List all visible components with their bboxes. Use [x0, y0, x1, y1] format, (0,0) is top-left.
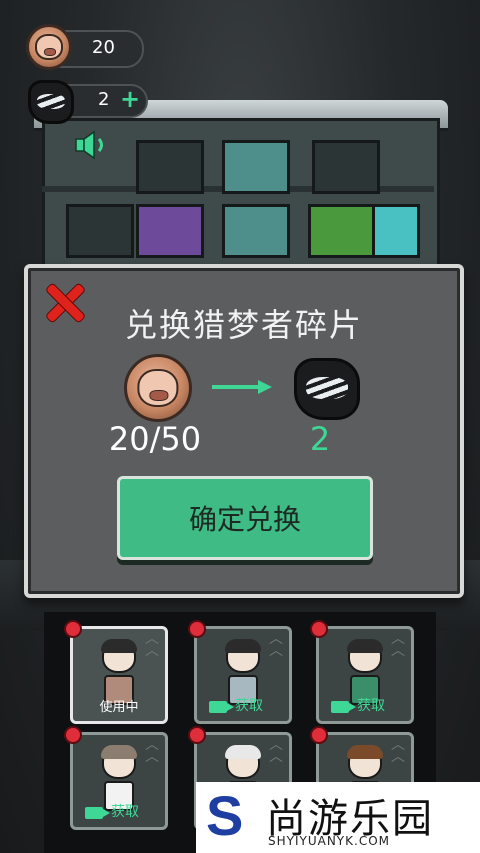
- building-window-character: [136, 204, 204, 258]
- fragment-count: 2: [98, 89, 110, 110]
- get-label[interactable]: 获取: [235, 695, 263, 715]
- confirm-exchange-label: 确定兑换: [188, 503, 301, 536]
- chevron-up-icon: ︿ ︿: [269, 737, 283, 765]
- character-card[interactable]: ︿ ︿ 获取: [194, 626, 292, 724]
- coin-icon: [124, 354, 192, 422]
- character-avatar: [101, 639, 137, 705]
- character-avatar: [347, 639, 383, 705]
- notification-badge: [64, 726, 82, 744]
- video-icon: [331, 701, 356, 713]
- chevron-up-icon: ︿ ︿: [391, 737, 405, 765]
- chevron-up-icon: ︿ ︿: [391, 631, 405, 659]
- watermark: S 尚游乐园 SHYIYUANYK.COM: [196, 782, 480, 853]
- building-window: [222, 140, 290, 194]
- chevron-up-icon: ︿ ︿: [269, 631, 283, 659]
- watermark-logo: S: [206, 784, 244, 847]
- status-label: 使用中: [99, 700, 139, 715]
- character-card[interactable]: ︿ ︿ 获取: [70, 732, 168, 830]
- building-window: [222, 204, 290, 258]
- dialog-title: 兑换猎梦者碎片: [124, 306, 363, 344]
- puzzle-fragment-icon: [294, 358, 360, 420]
- character-avatar: [101, 745, 137, 811]
- building-window: [136, 140, 204, 194]
- character-card[interactable]: ︿ ︿ 获取: [316, 626, 414, 724]
- chevron-up-icon: ︿ ︿: [145, 631, 159, 659]
- notification-badge: [310, 726, 328, 744]
- coin-count: 20: [92, 37, 115, 58]
- confirm-exchange-button[interactable]: 确定兑换: [117, 476, 373, 560]
- video-icon: [85, 807, 110, 819]
- watermark-url: SHYIYUANYK.COM: [268, 834, 390, 848]
- notification-badge: [188, 726, 206, 744]
- add-fragment-button[interactable]: +: [120, 85, 140, 113]
- character-avatar: [225, 639, 261, 705]
- building-window: [312, 140, 380, 194]
- fragment-amount: 2: [309, 420, 331, 458]
- character-card[interactable]: ︿ ︿ 使用中: [70, 626, 168, 724]
- building-window: [66, 204, 134, 258]
- arrow-right-icon: [212, 380, 272, 394]
- building-window-ghost: [308, 204, 376, 258]
- get-label[interactable]: 获取: [111, 801, 139, 821]
- notification-badge: [310, 620, 328, 638]
- building-window-door: [372, 204, 420, 258]
- coin-amount: 20/50: [108, 420, 202, 458]
- puzzle-fragment-icon: [28, 80, 74, 124]
- coin-icon: [26, 24, 72, 70]
- notification-badge: [188, 620, 206, 638]
- get-label[interactable]: 获取: [357, 695, 385, 715]
- exchange-dialog: 兑换猎梦者碎片 20/50 2 确定兑换: [24, 264, 464, 598]
- chevron-up-icon: ︿ ︿: [145, 737, 159, 765]
- notification-badge: [64, 620, 82, 638]
- video-icon: [209, 701, 234, 713]
- speaker-icon[interactable]: [74, 130, 114, 160]
